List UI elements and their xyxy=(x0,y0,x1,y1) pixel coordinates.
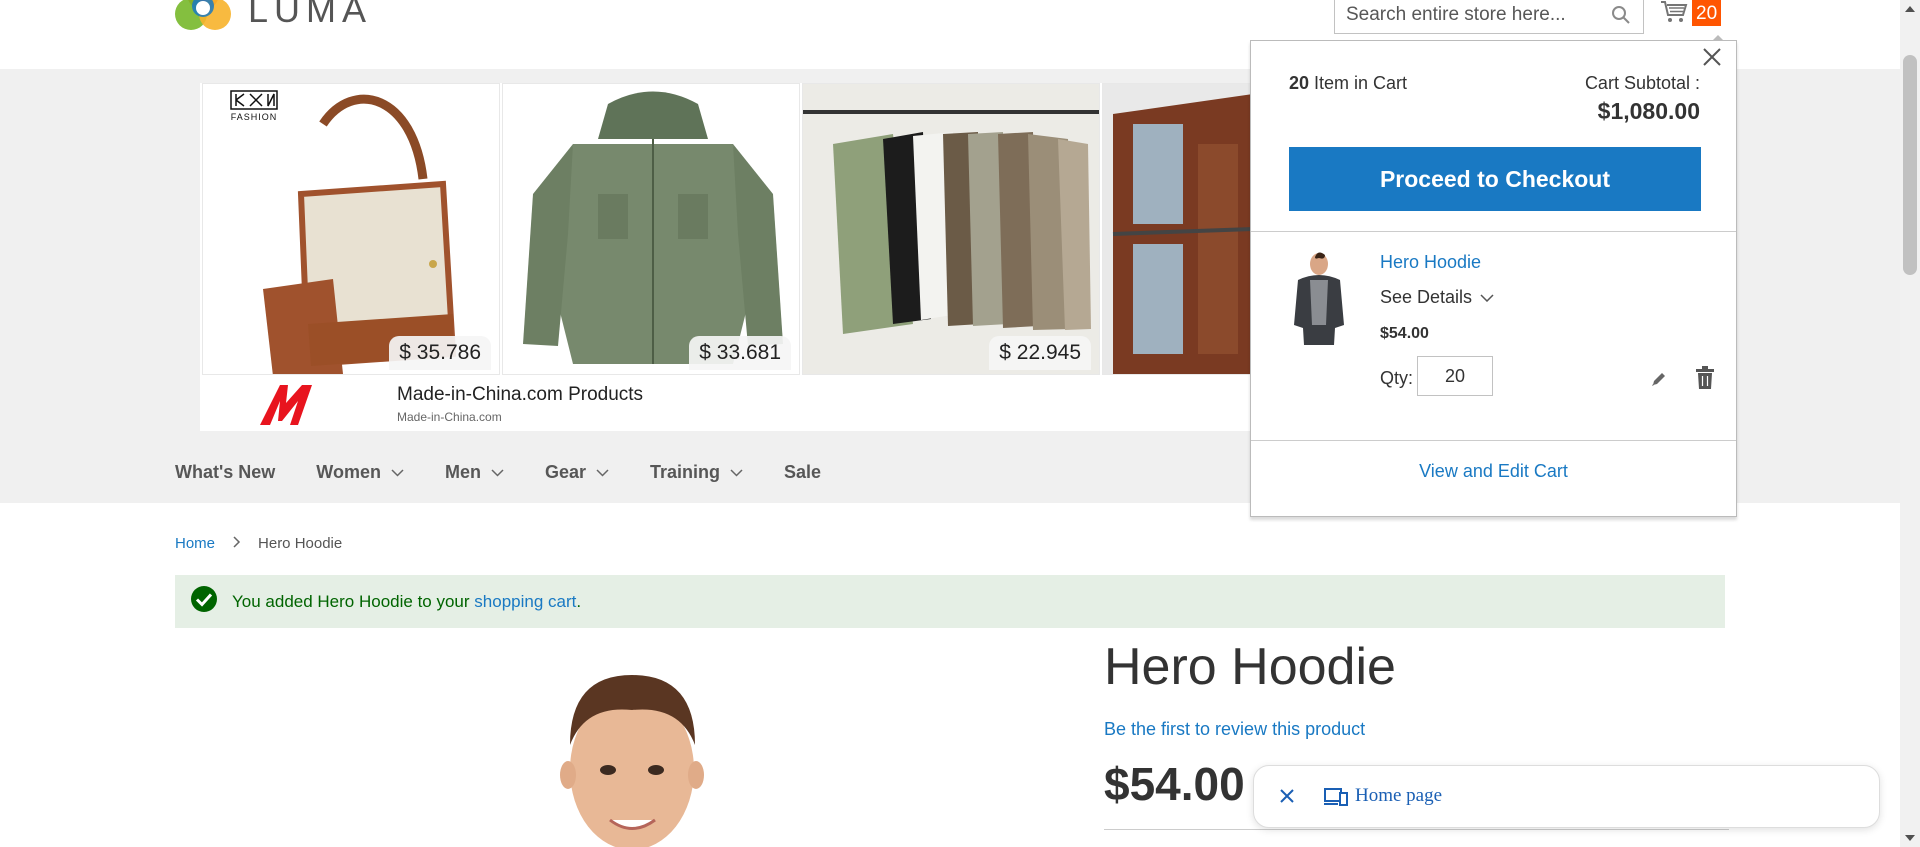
handbag-image xyxy=(203,84,499,374)
edit-pencil-icon[interactable] xyxy=(1650,370,1668,393)
made-in-china-logo-icon xyxy=(260,385,312,425)
cart-icon xyxy=(1660,0,1688,29)
shirts-image xyxy=(803,84,1099,374)
page-title: Hero Hoodie xyxy=(1104,638,1396,696)
product-price: $54.00 xyxy=(1104,758,1245,810)
nav-item-sale[interactable]: Sale xyxy=(784,462,821,483)
cart-item-price: $54.00 xyxy=(1380,325,1429,342)
chevron-down-icon xyxy=(391,468,404,477)
nav-item-training[interactable]: Training xyxy=(650,462,743,483)
nav-label: Men xyxy=(444,462,481,482)
breadcrumb: Home Hero Hoodie xyxy=(175,535,342,552)
shopping-cart-link[interactable]: shopping cart xyxy=(474,592,576,611)
cart-item-qty-input[interactable] xyxy=(1417,356,1493,396)
ad-title: Made-in-China.com Products xyxy=(397,384,644,405)
nav-label: Women xyxy=(316,462,381,482)
message-prefix: You added Hero Hoodie to your xyxy=(232,591,475,611)
nav-item-women[interactable]: Women xyxy=(316,462,404,483)
search-box xyxy=(1334,0,1644,34)
nav-item-gear[interactable]: Gear xyxy=(545,462,609,483)
subtotal-label: Cart Subtotal : xyxy=(1584,73,1700,93)
scroll-down-arrow-icon[interactable] xyxy=(1905,835,1915,841)
see-details-label: See Details xyxy=(1380,287,1473,307)
success-message-text: You added Hero Hoodie to your shopping c… xyxy=(232,592,581,612)
scroll-up-arrow-icon[interactable] xyxy=(1905,6,1915,12)
luma-logo-icon xyxy=(175,0,231,34)
minicart-count-label: Item in Cart xyxy=(1309,73,1408,93)
store-logo[interactable]: LUMA xyxy=(175,0,372,34)
cart-item-name-link[interactable]: Hero Hoodie xyxy=(1380,252,1481,273)
logo-text: LUMA xyxy=(248,0,373,30)
jacket-image xyxy=(503,84,799,374)
product-image[interactable] xyxy=(540,665,720,847)
nav-label: Gear xyxy=(544,462,586,482)
breadcrumb-current: Hero Hoodie xyxy=(258,535,343,552)
chevron-down-icon xyxy=(596,468,609,477)
ad-brand-text: FASHION xyxy=(230,112,278,122)
nav-label: Sale xyxy=(784,462,822,482)
chevron-down-icon xyxy=(730,468,743,477)
minicart-dropdown: 20 Item in Cart Cart Subtotal : $1,080.0… xyxy=(1250,35,1737,517)
main-navigation: What's New Women Men Gear Training Sale xyxy=(175,462,862,483)
ad-brand-logo: FASHION xyxy=(230,90,278,122)
nav-label: What's New xyxy=(175,462,276,482)
qty-label: Qty: xyxy=(1380,368,1414,388)
ad-card-handbag[interactable]: FASHION $ 35.786 xyxy=(202,83,500,375)
proceed-to-checkout-button[interactable]: Proceed to Checkout xyxy=(1289,147,1701,211)
search-icon[interactable] xyxy=(1611,5,1631,30)
ad-card-jacket[interactable]: $ 33.681 xyxy=(502,83,800,375)
see-details-toggle[interactable]: See Details xyxy=(1380,287,1494,308)
divider xyxy=(1251,231,1736,232)
devices-icon xyxy=(1324,787,1348,812)
search-input[interactable] xyxy=(1346,0,1606,30)
chevron-down-icon xyxy=(1480,293,1494,302)
ad-subtitle: Made-in-China.com xyxy=(397,410,502,424)
ad-card-shirts[interactable]: $ 22.945 xyxy=(802,83,1100,375)
subtotal-value: $1,080.00 xyxy=(1597,98,1700,124)
home-page-link[interactable]: Home page xyxy=(1355,785,1442,807)
message-suffix: . xyxy=(576,591,582,611)
chevron-down-icon xyxy=(491,468,504,477)
ad-footer: Made-in-China.com Products Made-in-China… xyxy=(200,379,1300,431)
close-icon[interactable] xyxy=(1277,786,1297,811)
trash-icon[interactable] xyxy=(1695,366,1715,395)
cart-item-thumbnail[interactable] xyxy=(1280,250,1358,346)
write-review-link[interactable]: Be the first to review this product xyxy=(1104,719,1365,740)
close-icon[interactable] xyxy=(1701,46,1723,68)
minicart-count-value: 20 xyxy=(1289,73,1310,93)
success-check-icon xyxy=(190,585,218,618)
divider xyxy=(1251,440,1736,441)
breadcrumb-separator-icon xyxy=(233,535,241,552)
cart-count-badge: 20 xyxy=(1692,0,1722,26)
breadcrumb-home-link[interactable]: Home xyxy=(175,535,215,552)
nav-item-whats-new[interactable]: What's New xyxy=(175,462,275,483)
nav-item-men[interactable]: Men xyxy=(445,462,504,483)
ad-price: $ 33.681 xyxy=(689,336,791,370)
page-scrollbar[interactable] xyxy=(1900,0,1920,847)
success-message: You added Hero Hoodie to your shopping c… xyxy=(175,575,1725,628)
minicart-toggle[interactable]: 20 xyxy=(1660,0,1722,29)
ad-price: $ 22.945 xyxy=(989,336,1091,370)
scrollbar-thumb[interactable] xyxy=(1903,55,1917,275)
minicart-item-count: 20 Item in Cart xyxy=(1289,73,1407,94)
view-and-edit-cart-link[interactable]: View and Edit Cart xyxy=(1251,461,1736,482)
nav-label: Training xyxy=(650,462,721,482)
floating-home-page-bar: Home page xyxy=(1253,765,1880,828)
ad-price: $ 35.786 xyxy=(389,336,491,370)
divider xyxy=(1104,829,1729,830)
ad-banner[interactable]: FASHION $ 35.786 $ 33.681 $ 22.945 Made-… xyxy=(200,83,1300,431)
